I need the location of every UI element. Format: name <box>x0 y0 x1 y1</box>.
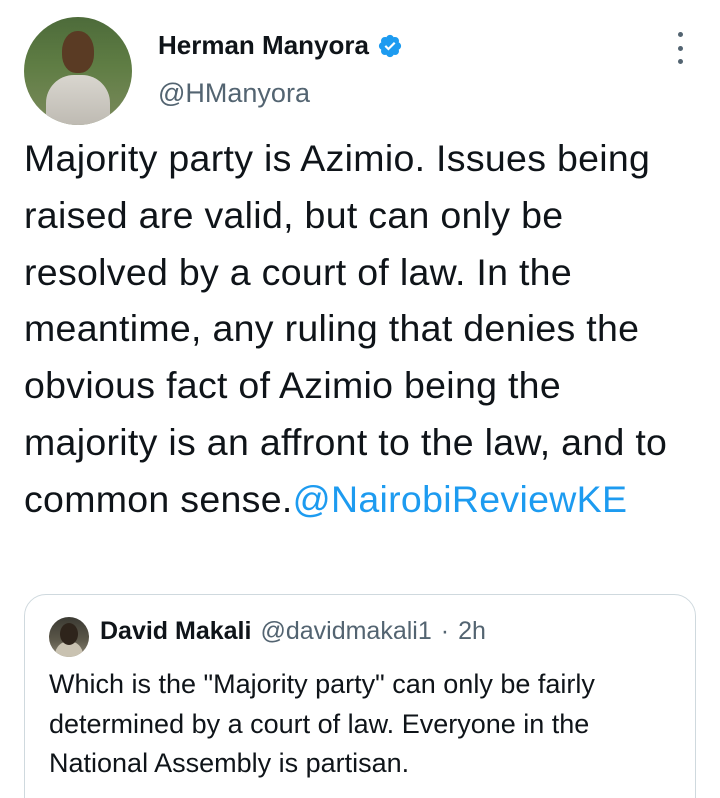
quoted-avatar-head-shape <box>60 623 78 645</box>
author-avatar[interactable] <box>24 17 132 125</box>
tweet-text: Majority party is Azimio. Issues being r… <box>24 130 704 528</box>
avatar-head-shape <box>62 31 94 73</box>
author-name-row[interactable]: Herman Manyora <box>158 30 403 61</box>
more-options-icon[interactable] <box>670 32 690 64</box>
more-dot <box>677 45 683 51</box>
quoted-timestamp[interactable]: 2h <box>458 617 486 646</box>
tweet: Herman Manyora @HManyora Majority party … <box>0 0 720 798</box>
quoted-tweet-header: David Makali @davidmakali1 · 2h <box>100 617 486 646</box>
quoted-author-handle[interactable]: @davidmakali1 <box>260 617 431 646</box>
quoted-tweet-card[interactable]: David Makali @davidmakali1 · 2h Which is… <box>24 594 696 798</box>
quoted-tweet-text: Which is the "Majority party" can only b… <box>49 669 595 778</box>
quoted-author-avatar[interactable] <box>49 617 89 657</box>
verified-badge-icon <box>378 34 402 57</box>
avatar-body-shape <box>46 75 110 125</box>
more-dot <box>677 59 683 64</box>
tweet-body: Majority party is Azimio. Issues being r… <box>24 137 668 520</box>
quoted-author-name[interactable]: David Makali <box>100 617 251 646</box>
author-handle[interactable]: @HManyora <box>158 78 310 109</box>
author-name[interactable]: Herman Manyora <box>158 30 369 61</box>
separator-dot: · <box>440 617 450 645</box>
mention-link[interactable]: @NairobiReviewKE <box>293 478 628 520</box>
more-dot <box>677 32 683 37</box>
